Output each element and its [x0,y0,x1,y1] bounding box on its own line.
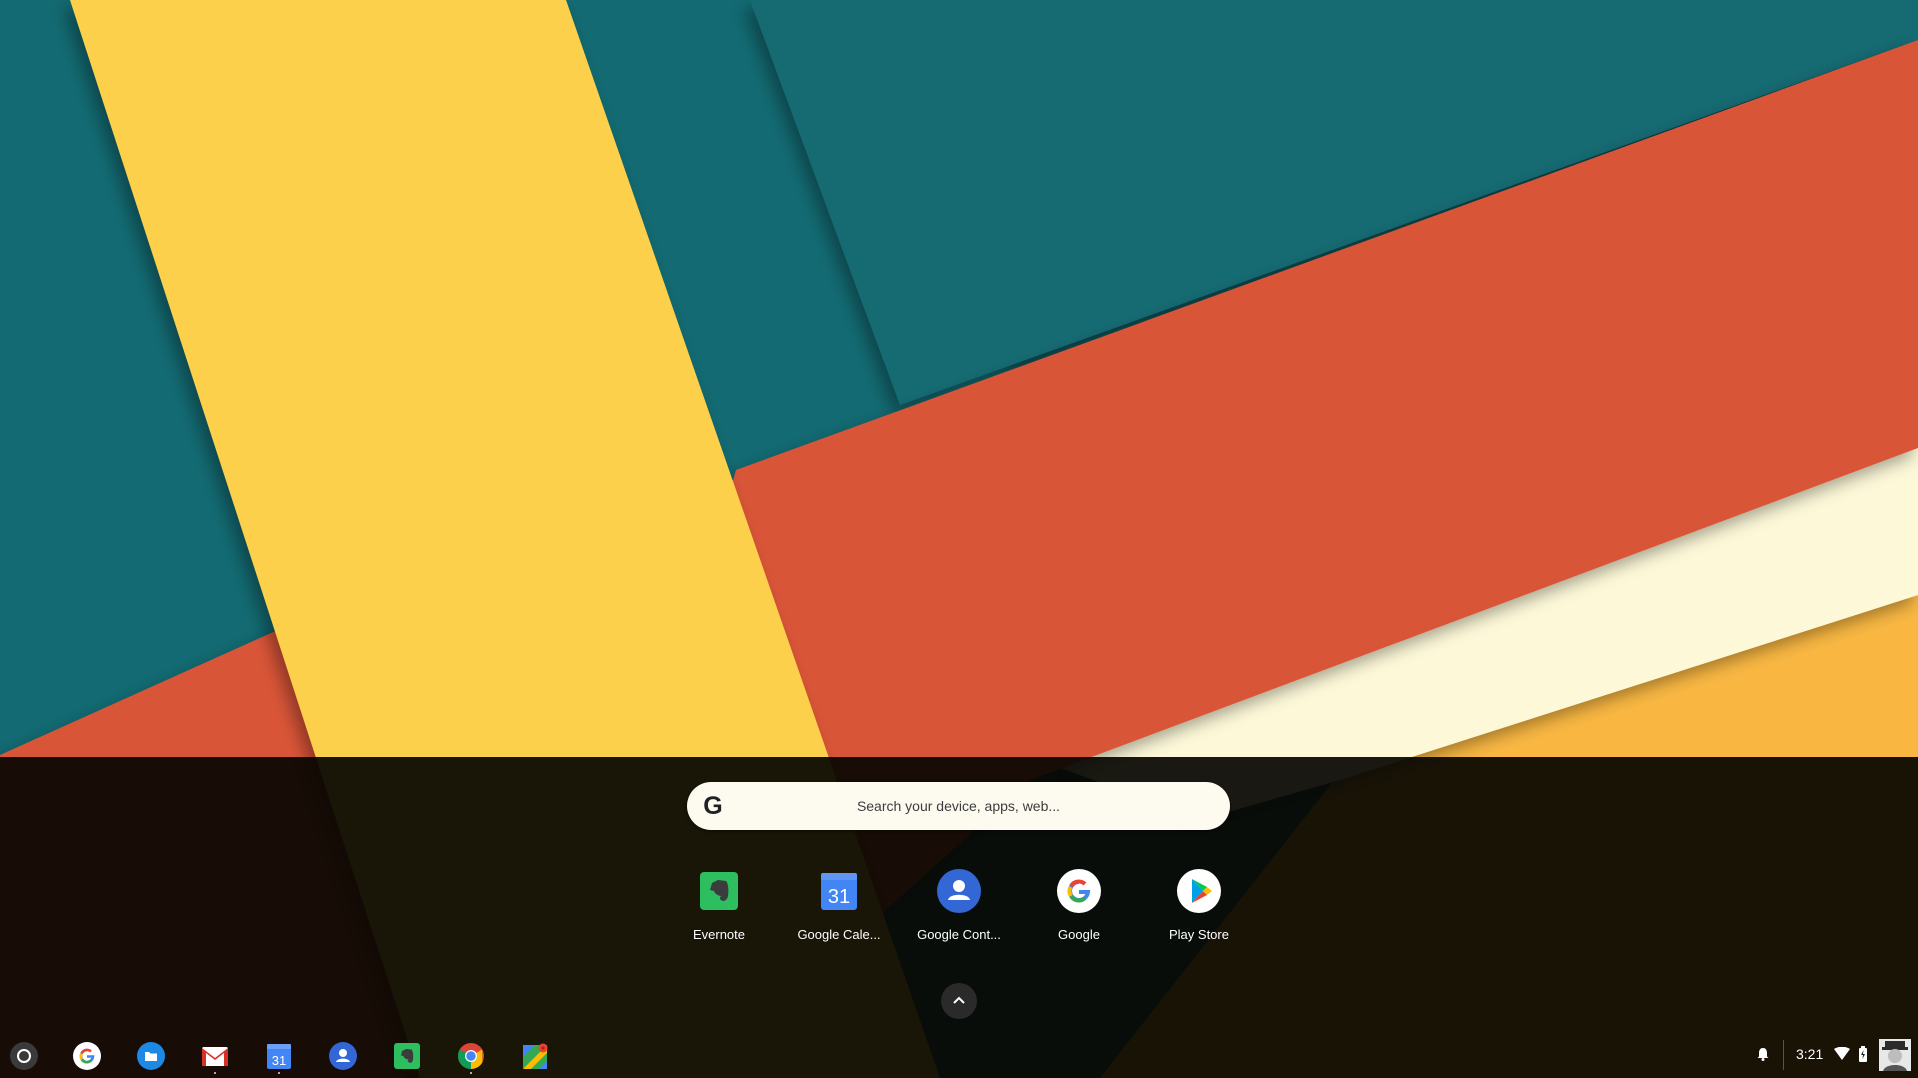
app-label: Play Store [1169,927,1229,942]
chrome-icon [457,1043,484,1070]
running-indicator [278,1072,280,1074]
launcher-button[interactable] [5,1037,43,1075]
running-indicator [214,1072,216,1074]
app-google[interactable]: Google [1024,865,1134,942]
google-contacts-icon [329,1042,357,1070]
search-input-placeholder[interactable]: Search your device, apps, web... [687,782,1230,830]
google-icon [73,1042,101,1070]
gmail-icon [202,1047,228,1066]
google-maps-icon [523,1043,548,1069]
app-label: Google Cale... [797,927,881,942]
shelf-app-files[interactable] [132,1037,170,1075]
play-store-icon [1177,869,1221,913]
battery-icon[interactable] [1858,1046,1868,1062]
app-label: Evernote [692,927,746,942]
google-icon [1057,869,1101,913]
chevron-up-icon [953,996,965,1004]
bell-icon[interactable] [1756,1046,1770,1062]
status-divider [1783,1040,1784,1070]
search-box[interactable]: G Search your device, apps, web... [687,782,1230,830]
app-label: Google Cont... [917,927,1001,942]
running-indicator [470,1072,472,1074]
avatar[interactable] [1879,1039,1911,1071]
shelf-app-chrome[interactable] [452,1037,490,1075]
app-label: Google [1058,927,1100,942]
calendar-date-text: 31 [828,886,850,908]
clock-time[interactable]: 3:21 [1796,1044,1823,1064]
app-play-store[interactable]: Play Store [1144,865,1254,942]
shelf-app-google[interactable] [68,1037,106,1075]
google-contacts-icon [937,869,981,913]
shelf-app-google-maps[interactable] [516,1037,554,1075]
evernote-icon [394,1043,420,1069]
google-calendar-icon: 31 [817,869,861,913]
app-evernote[interactable]: Evernote [664,865,774,942]
app-google-calendar[interactable]: 31 Google Cale... [784,865,894,942]
shelf-app-google-contacts[interactable] [324,1037,362,1075]
google-calendar-icon: 31 [267,1044,291,1069]
shelf-app-google-calendar[interactable]: 31 [260,1037,298,1075]
shelf-app-gmail[interactable] [196,1037,234,1075]
shelf-app-evernote[interactable] [388,1037,426,1075]
avatar-image [1879,1039,1911,1071]
files-icon [137,1042,165,1070]
wifi-icon[interactable] [1834,1047,1850,1061]
launcher-circle-icon [10,1042,38,1070]
calendar-date-text: 31 [272,1053,286,1068]
app-google-contacts[interactable]: Google Cont... [904,865,1014,942]
expand-apps-button[interactable] [941,983,977,1019]
evernote-icon [697,869,741,913]
